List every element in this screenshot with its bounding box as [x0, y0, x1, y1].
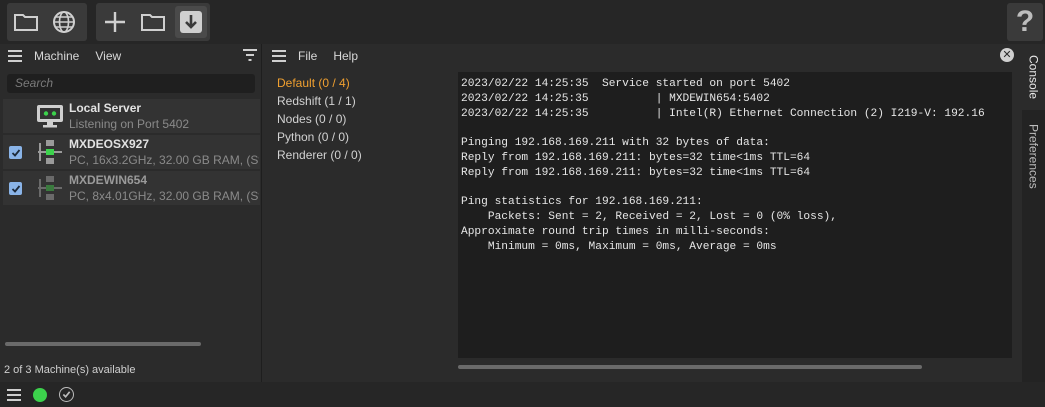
machine-row-local-server[interactable]: Local Server Listening on Port 5402 — [3, 99, 260, 133]
machine-row-mxdeosx927[interactable]: MXDEOSX927 PC, 16x3.2GHz, 32.00 GB RAM, … — [3, 135, 260, 169]
help-button[interactable]: ? — [1007, 3, 1043, 41]
list-default[interactable]: Default (0 / 4) — [277, 75, 362, 93]
toolbar-group-open — [7, 3, 87, 41]
close-icon[interactable]: ✕ — [1000, 48, 1014, 62]
menu-file[interactable]: File — [298, 49, 317, 63]
console-line: Pinging 192.168.169.211 with 32 bytes of… — [461, 137, 770, 150]
menu-machine[interactable]: Machine — [34, 49, 79, 63]
monitor-icon — [37, 105, 63, 128]
check-circle-icon[interactable] — [59, 387, 74, 402]
console-line: Packets: Sent = 2, Received = 2, Lost = … — [461, 211, 837, 224]
menu-help[interactable]: Help — [333, 49, 358, 63]
open-job-folder-button[interactable] — [134, 3, 172, 41]
console-line: ​ — [461, 121, 1009, 136]
menu-icon[interactable] — [8, 49, 24, 62]
machine-menubar: Machine View — [0, 44, 261, 67]
machine-checkbox[interactable] — [9, 182, 22, 195]
horizontal-scrollbar[interactable] — [458, 365, 922, 369]
console-line: ​ — [461, 181, 1009, 196]
machine-name: MXDEWIN654 — [69, 173, 148, 187]
tab-console[interactable]: Console — [1022, 44, 1045, 110]
list-renderer[interactable]: Renderer (0 / 0) — [277, 147, 362, 165]
console-line: 2023/02/22 14:25:35 Service started on p… — [461, 78, 790, 90]
machine-checkbox[interactable] — [9, 146, 22, 159]
menu-icon[interactable] — [272, 49, 288, 62]
checkmark-icon — [62, 391, 71, 398]
machine-name: Local Server — [69, 101, 142, 115]
side-tabs: Console Preferences — [1022, 44, 1045, 382]
console-line: Minimum = 0ms, Maximum = 0ms, Average = … — [461, 240, 777, 253]
main-toolbar: ? — [0, 0, 1045, 44]
job-lists: Default (0 / 4) Redshift (1 / 1) Nodes (… — [277, 75, 362, 165]
search-input[interactable]: Search — [7, 74, 255, 93]
download-icon — [180, 11, 202, 33]
console-line: Reply from 192.168.169.211: bytes=32 tim… — [461, 166, 811, 179]
list-nodes[interactable]: Nodes (0 / 0) — [277, 111, 362, 129]
folder-icon — [141, 14, 165, 31]
menu-icon[interactable] — [7, 388, 21, 401]
machines-available-status: 2 of 3 Machine(s) available — [4, 364, 136, 376]
checkmark-icon — [11, 148, 20, 157]
machine-detail: PC, 16x3.2GHz, 32.00 GB RAM, (Studio) — [69, 153, 259, 167]
status-online-icon — [33, 387, 47, 402]
network-node-icon — [38, 140, 62, 164]
machine-detail: Listening on Port 5402 — [69, 117, 190, 131]
globe-icon — [53, 11, 75, 33]
list-redshift[interactable]: Redshift (1 / 1) — [277, 93, 362, 111]
console-menubar: File Help — [266, 44, 1022, 67]
console-panel: File Help ✕ Default (0 / 4) Redshift (1 … — [266, 44, 1022, 382]
toolbar-group-jobs — [96, 3, 210, 41]
console-line: Reply from 192.168.169.211: bytes=32 tim… — [461, 151, 811, 164]
network-node-icon — [38, 176, 62, 200]
add-job-button[interactable] — [96, 3, 134, 41]
console-line: Ping statistics for 192.168.169.211: — [461, 196, 703, 209]
machine-panel: Machine View Search Local Server Listeni… — [0, 44, 262, 382]
filter-icon[interactable] — [243, 49, 257, 61]
folder-icon — [14, 14, 38, 31]
console-line: 2023/02/22 14:25:35 | MXDEWIN654:5402 — [461, 92, 770, 105]
network-button[interactable] — [45, 3, 83, 41]
plus-icon — [105, 12, 125, 32]
console-line: 2023/02/22 14:25:35 | Intel(R) Ethernet … — [461, 107, 985, 120]
tab-preferences[interactable]: Preferences — [1022, 118, 1045, 194]
machine-row-mxdewin654[interactable]: MXDEWIN654 PC, 8x4.01GHz, 32.00 GB RAM, … — [3, 171, 260, 205]
machine-detail: PC, 8x4.01GHz, 32.00 GB RAM, (Studio) — [69, 189, 259, 203]
console-line: Approximate round trip times in milli-se… — [461, 225, 770, 238]
checkmark-icon — [11, 184, 20, 193]
horizontal-scrollbar[interactable] — [5, 342, 201, 346]
console-output[interactable]: 2023/02/22 14:25:35 Service started on p… — [458, 72, 1012, 358]
tab-console-label: Console — [1026, 54, 1041, 100]
tab-preferences-label: Preferences — [1026, 123, 1041, 189]
menu-view[interactable]: View — [95, 49, 121, 63]
machine-name: MXDEOSX927 — [69, 137, 150, 151]
status-bar — [0, 382, 1045, 407]
list-python[interactable]: Python (0 / 0) — [277, 129, 362, 147]
open-folder-button[interactable] — [7, 3, 45, 41]
download-button[interactable] — [175, 6, 207, 38]
